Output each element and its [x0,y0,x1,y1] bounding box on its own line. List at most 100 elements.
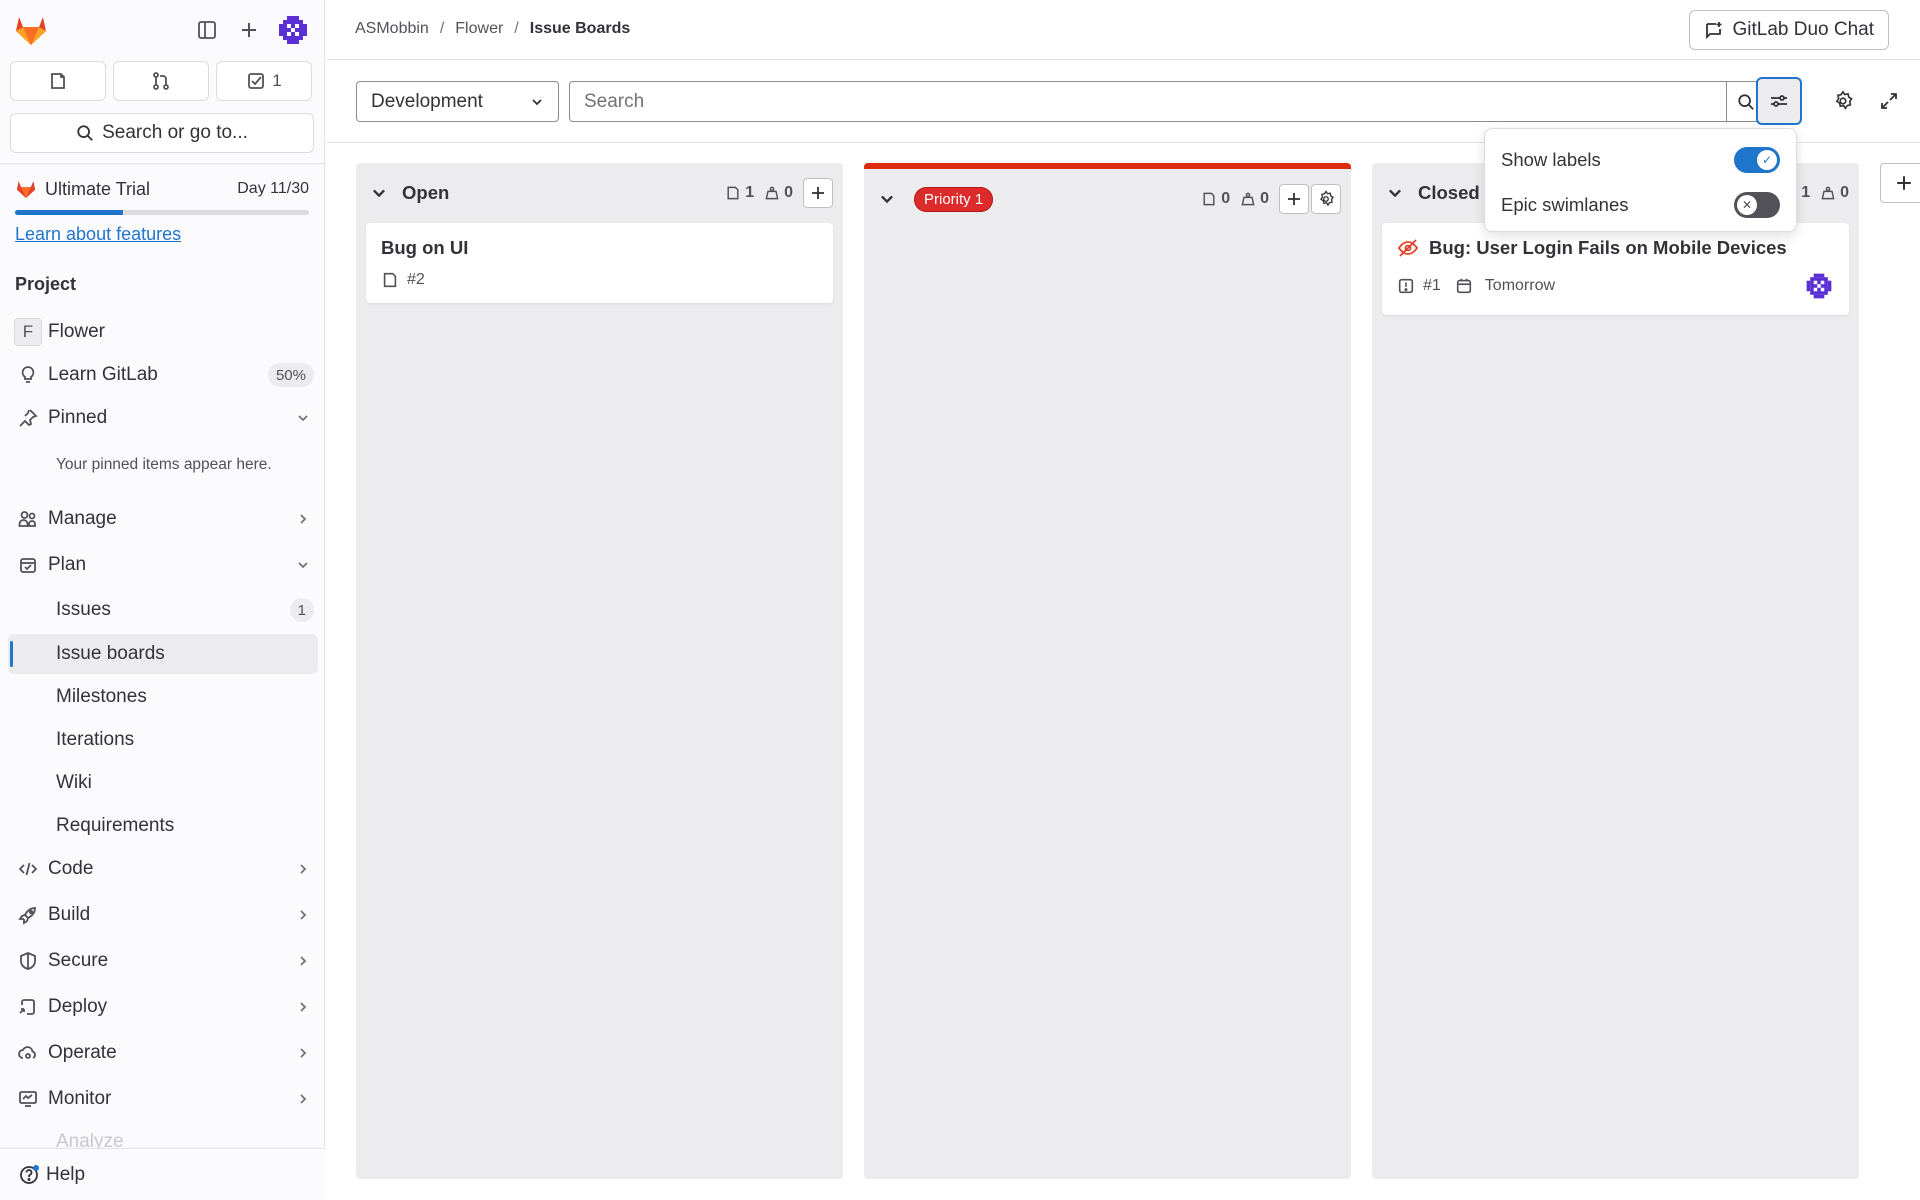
sidebar-quick-tabs: 1 [10,61,312,101]
list-label-badge[interactable]: Priority 1 [914,186,994,212]
search-icon [77,125,93,141]
view-options-button[interactable] [1756,77,1802,125]
users-icon [18,511,36,527]
project-name: Flower [48,321,106,342]
todos-count: 1 [272,71,282,90]
pinned-label: Pinned [48,407,108,428]
sidebar-item-issues[interactable]: Issues 1 [8,590,318,630]
sidebar-item-code[interactable]: Code [8,849,318,889]
list-counts: 0 0 [1201,190,1269,208]
list-settings-button[interactable] [1311,184,1341,214]
breadcrumb-separator: / [514,20,519,37]
plan-label: Plan [48,554,87,575]
breadcrumb-group[interactable]: ASMobbin [355,20,429,38]
sidebar-item-secure[interactable]: Secure [8,941,318,981]
trial-name: Ultimate Trial [45,178,151,199]
issue-card[interactable]: Bug on UI #2 [366,223,833,303]
board-search-input[interactable]: Search [569,81,1727,122]
issue-title[interactable]: Bug on UI [381,237,468,259]
section-title-project: Project [15,274,77,294]
merge-request-icon [153,72,169,90]
help-button[interactable]: Help [0,1148,325,1200]
merge-requests-tab[interactable] [113,61,209,101]
chevron-down-icon [298,562,308,569]
show-labels-row[interactable]: Show labels ✓ [1501,137,1780,182]
board-list-priority-1: Priority 1 0 0 [864,163,1351,1179]
issue-title[interactable]: Bug: User Login Fails on Mobile Devices [1429,237,1787,259]
user-avatar[interactable] [276,13,310,47]
new-issue-button[interactable] [803,178,833,208]
issues-icon [727,186,739,200]
epic-swimlanes-toggle[interactable]: ✕ [1734,191,1780,218]
chevron-right-icon [300,864,307,874]
breadcrumb-current[interactable]: Issue Boards [530,20,630,38]
sidebar-item-issue-boards[interactable]: Issue boards [8,634,318,674]
create-list-button[interactable] [1880,163,1920,203]
thumbtack-icon [19,409,38,427]
sidebar-item-operate[interactable]: Operate [8,1033,318,1073]
chevron-right-icon [300,1048,307,1058]
collapse-list-toggle[interactable] [1386,184,1414,202]
collapse-sidebar-icon[interactable] [191,14,223,46]
pinned-empty-note: Your pinned items appear here. [56,456,272,473]
gitlab-duo-chat-button[interactable]: GitLab Duo Chat [1689,10,1889,50]
chevron-down-icon [298,415,308,422]
sidebar-item-learn-gitlab[interactable]: Learn GitLab 50% [8,355,318,395]
issue-type-icon [383,272,397,288]
new-issue-button[interactable] [1279,184,1309,214]
chevron-right-icon [300,956,307,966]
learn-about-features-link[interactable]: Learn about features [15,224,181,245]
collapse-list-toggle[interactable] [878,190,906,208]
board-settings-button[interactable] [1823,81,1863,121]
sidebar-item-iterations[interactable]: Iterations [8,720,318,760]
code-icon [18,862,38,876]
trial-day: Day 11/30 [237,180,309,197]
sidebar-item-requirements[interactable]: Requirements [8,806,318,846]
fullscreen-button[interactable] [1869,81,1909,121]
chevron-right-icon [300,514,307,524]
chevron-down-icon [1389,189,1401,198]
weight-count: 0 [1260,190,1269,207]
top-bar: ASMobbin / Flower / Issue Boards GitLab … [326,0,1920,60]
sidebar: 1 Search or go to... Ultimate Trial Day … [0,0,325,1200]
sidebar-item-manage[interactable]: Manage [8,499,318,539]
weight-icon [765,186,779,200]
assignee-avatar[interactable] [1804,271,1834,301]
sidebar-item-pinned[interactable]: Pinned [8,398,318,438]
sidebar-divider [0,163,325,164]
chevron-right-icon [300,1002,307,1012]
issues-icon [51,73,65,89]
sidebar-item-wiki[interactable]: Wiki [8,763,318,803]
shield-icon [20,952,36,970]
list-title: Open [402,182,450,203]
list-header: Open 1 0 [356,163,843,223]
breadcrumb-project[interactable]: Flower [455,20,503,38]
weight-icon [1241,192,1255,206]
issue-card[interactable]: Bug: User Login Fails on Mobile Devices … [1382,223,1849,315]
board-switcher-dropdown[interactable]: Development [356,81,559,122]
check-icon: ✓ [1757,149,1777,170]
preferences-sliders-icon [1771,95,1787,107]
gitlab-logo-icon[interactable] [13,12,49,48]
show-labels-label: Show labels [1501,148,1601,170]
collapse-list-toggle[interactable] [370,184,398,202]
maximize-icon [1881,93,1897,109]
create-new-icon[interactable] [233,14,265,46]
plus-icon [1897,176,1911,190]
show-labels-toggle[interactable]: ✓ [1734,146,1780,173]
assigned-issues-tab[interactable] [10,61,106,101]
sidebar-item-build[interactable]: Build [8,895,318,935]
chevron-right-icon [300,1094,307,1104]
todos-tab[interactable]: 1 [216,61,312,101]
epic-swimlanes-row[interactable]: Epic swimlanes ✕ [1501,182,1780,227]
iterations-label: Iterations [56,729,135,750]
calendar-icon [1456,278,1471,294]
sidebar-item-deploy[interactable]: Deploy [8,987,318,1027]
sidebar-item-plan[interactable]: Plan [8,545,318,585]
board-list-open: Open 1 0 Bug on UI #2 [356,163,843,1179]
sidebar-item-monitor[interactable]: Monitor [8,1079,318,1119]
search-or-go-to-button[interactable]: Search or go to... [10,113,314,153]
sidebar-item-project[interactable]: F Flower [8,312,318,352]
sidebar-item-milestones[interactable]: Milestones [8,677,318,717]
board-list-closed: Closed 1 0 Bug: User Login Fails on Mobi… [1372,163,1859,1179]
